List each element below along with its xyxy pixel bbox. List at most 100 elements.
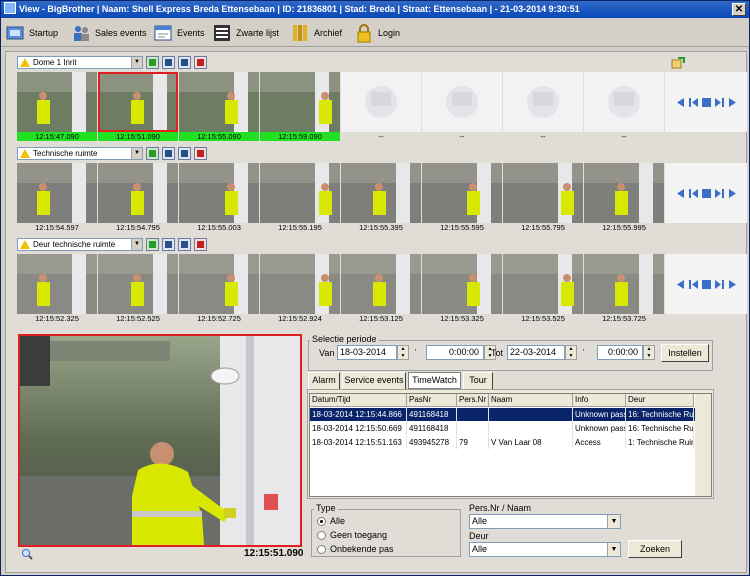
camera-thumbnail[interactable] bbox=[179, 163, 259, 223]
step-forward-icon[interactable] bbox=[714, 97, 725, 108]
camera-thumbnail[interactable] bbox=[179, 254, 259, 314]
camera-thumbnail[interactable] bbox=[260, 254, 340, 314]
zoom-icon[interactable] bbox=[21, 548, 33, 560]
van-date-input[interactable]: 18-03-2014 bbox=[337, 345, 397, 360]
tab-timewatch[interactable]: TimeWatch bbox=[408, 372, 461, 389]
camera-thumbnail[interactable] bbox=[584, 254, 664, 314]
step-back-icon[interactable] bbox=[688, 188, 699, 199]
camera-select[interactable]: Technische ruimte ▼ bbox=[17, 147, 143, 160]
layout-icon[interactable] bbox=[162, 56, 175, 69]
sales-events-button[interactable]: Sales events bbox=[71, 22, 147, 44]
tab-service-events[interactable]: Service events bbox=[342, 372, 406, 389]
camera-thumbnail[interactable] bbox=[17, 163, 97, 223]
tot-date-input[interactable]: 22-03-2014 bbox=[507, 345, 565, 360]
camera-thumbnail[interactable] bbox=[503, 72, 583, 132]
stop-icon[interactable] bbox=[701, 279, 712, 290]
layout-icon[interactable] bbox=[162, 147, 175, 160]
camera-thumbnail[interactable] bbox=[503, 163, 583, 223]
thumbnail-timestamp: 12:15:52.325 bbox=[35, 314, 79, 323]
startup-button[interactable]: Startup bbox=[5, 22, 58, 44]
tot-time-input[interactable]: 0:00:00 bbox=[597, 345, 643, 360]
main-video-view[interactable] bbox=[18, 334, 302, 547]
camera-thumbnail[interactable] bbox=[98, 254, 178, 314]
table-header-cell[interactable]: Pers.Nr bbox=[457, 394, 489, 407]
close-icon[interactable] bbox=[194, 238, 207, 251]
table-row[interactable]: 18-03-2014 12:15:44.866 491168418 Unknown … bbox=[310, 408, 696, 421]
camera-thumbnail[interactable] bbox=[17, 72, 97, 132]
zwarte-lijst-button[interactable]: Zwarte lijst bbox=[212, 22, 279, 44]
instellen-button[interactable]: Instellen bbox=[661, 344, 709, 362]
close-button[interactable]: ✕ bbox=[732, 3, 746, 16]
window-icon[interactable] bbox=[178, 147, 191, 160]
camera-thumbnail[interactable] bbox=[503, 254, 583, 314]
camera-thumbnail[interactable] bbox=[98, 163, 178, 223]
close-icon[interactable] bbox=[194, 56, 207, 69]
camera-thumbnail[interactable] bbox=[341, 254, 421, 314]
van-time-input[interactable]: 0:00:00 bbox=[426, 345, 484, 360]
confirm-icon[interactable] bbox=[146, 56, 159, 69]
events-button[interactable]: Events bbox=[153, 22, 205, 44]
pers-select[interactable]: Alle ▼ bbox=[469, 514, 621, 529]
window-icon[interactable] bbox=[178, 238, 191, 251]
table-header-cell[interactable]: PasNr bbox=[407, 394, 457, 407]
camera-thumbnail[interactable] bbox=[584, 163, 664, 223]
stop-icon[interactable] bbox=[701, 188, 712, 199]
thumbnail-timestamp: 12:15:55.195 bbox=[278, 223, 322, 232]
close-icon[interactable] bbox=[194, 147, 207, 160]
radio-onbekende-pas[interactable] bbox=[317, 545, 326, 554]
layout-icon[interactable] bbox=[162, 238, 175, 251]
first-frame-icon[interactable] bbox=[675, 97, 686, 108]
camera-thumbnail[interactable] bbox=[179, 72, 259, 132]
confirm-icon[interactable] bbox=[146, 238, 159, 251]
table-row[interactable]: 18-03-2014 12:15:50.669 491168418 Unknown … bbox=[310, 422, 696, 435]
camera-thumbnail[interactable] bbox=[422, 163, 502, 223]
first-frame-icon[interactable] bbox=[675, 188, 686, 199]
camera-thumbnail[interactable] bbox=[422, 254, 502, 314]
archief-button[interactable]: Archief bbox=[290, 22, 342, 44]
camera-thumbnail[interactable] bbox=[17, 254, 97, 314]
table-cell bbox=[457, 408, 489, 421]
camera-select[interactable]: Deur technische ruimte ▼ bbox=[17, 238, 143, 251]
window-icon[interactable] bbox=[178, 56, 191, 69]
van-date-drop-icon[interactable]: ▾ bbox=[413, 345, 416, 360]
camera-select[interactable]: Dome 1 Inrit ▼ bbox=[17, 56, 143, 69]
deur-select[interactable]: Alle ▼ bbox=[469, 542, 621, 557]
camera-thumbnail[interactable] bbox=[260, 72, 340, 132]
tot-date-drop-icon[interactable]: ▾ bbox=[581, 345, 584, 360]
thumbnail-timestamp: 12:15:59.090 bbox=[260, 132, 340, 141]
radio-alle[interactable] bbox=[317, 517, 326, 526]
camera-thumbnail[interactable] bbox=[584, 72, 664, 132]
camera-thumbnail[interactable] bbox=[341, 72, 421, 132]
radio-geen-toegang[interactable] bbox=[317, 531, 326, 540]
tot-label: Tot bbox=[491, 348, 504, 358]
tot-date-spinner[interactable]: ▲ ▼ bbox=[565, 345, 577, 360]
play-icon[interactable] bbox=[727, 279, 738, 290]
van-date-spinner[interactable]: ▲ ▼ bbox=[397, 345, 409, 360]
confirm-icon[interactable] bbox=[146, 147, 159, 160]
table-header-cell[interactable]: Info bbox=[573, 394, 626, 407]
play-icon[interactable] bbox=[727, 97, 738, 108]
camera-thumbnail[interactable] bbox=[260, 163, 340, 223]
camera-thumbnail[interactable] bbox=[341, 163, 421, 223]
export-icon[interactable] bbox=[671, 56, 685, 69]
camera-thumbnail[interactable] bbox=[422, 72, 502, 132]
step-forward-icon[interactable] bbox=[714, 279, 725, 290]
tab-tour[interactable]: Tour bbox=[463, 372, 493, 389]
title-bar[interactable]: View - BigBrother | Naam: Shell Express … bbox=[1, 1, 749, 18]
table-header-cell[interactable]: Naam bbox=[489, 394, 573, 407]
camera-thumbnail[interactable] bbox=[98, 72, 178, 132]
table-scrollbar[interactable] bbox=[695, 394, 711, 496]
play-icon[interactable] bbox=[727, 188, 738, 199]
table-row[interactable]: 18-03-2014 12:15:51.163 493945278 79 V Van … bbox=[310, 436, 696, 449]
first-frame-icon[interactable] bbox=[675, 279, 686, 290]
table-header-cell[interactable]: Deur bbox=[626, 394, 694, 407]
step-back-icon[interactable] bbox=[688, 279, 699, 290]
step-forward-icon[interactable] bbox=[714, 188, 725, 199]
tab-alarm[interactable]: Alarm bbox=[308, 372, 340, 389]
zoeken-button[interactable]: Zoeken bbox=[628, 540, 682, 558]
tot-time-spinner[interactable]: ▲ ▼ bbox=[643, 345, 655, 360]
login-button[interactable]: Login bbox=[354, 22, 400, 44]
step-back-icon[interactable] bbox=[688, 97, 699, 108]
stop-icon[interactable] bbox=[701, 97, 712, 108]
table-header-cell[interactable]: Datum/Tijd bbox=[310, 394, 407, 407]
